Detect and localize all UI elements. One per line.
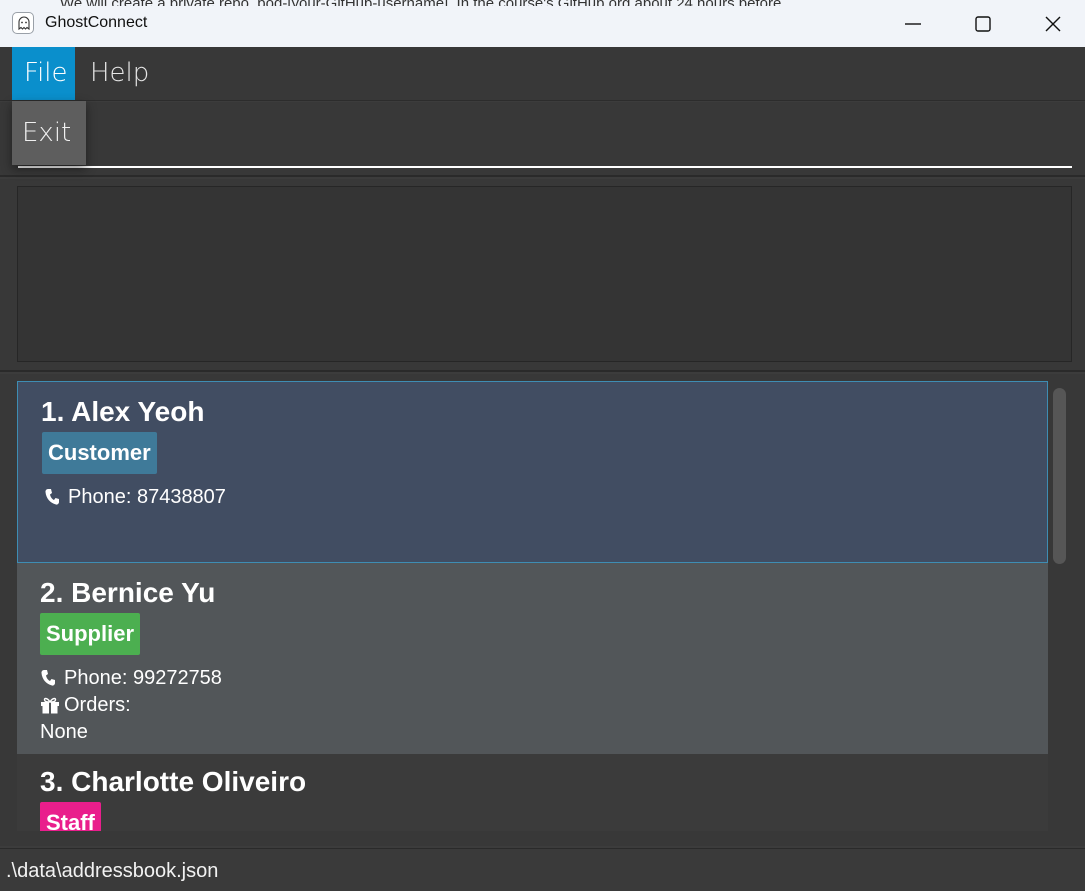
result-text — [18, 187, 1071, 207]
maximize-button[interactable] — [948, 0, 1018, 47]
tag-customer: Customer — [42, 432, 157, 474]
tag-supplier: Supplier — [40, 613, 141, 655]
person-name: 2. Bernice Yu — [40, 577, 216, 608]
person-card[interactable]: 1. Alex Yeoh Customer Phone: 87438807 — [17, 381, 1048, 563]
tag-staff: Staff — [40, 802, 101, 831]
title-bar: We will create a private repo, pod-[your… — [0, 0, 1085, 47]
person-name: 1. Alex Yeoh — [41, 396, 205, 427]
minimize-button[interactable] — [878, 0, 948, 47]
person-list[interactable]: 1. Alex Yeoh Customer Phone: 87438807 2.… — [17, 381, 1048, 831]
result-display[interactable] — [17, 186, 1072, 362]
menu-bar: File Help — [0, 47, 1085, 101]
orders-value: None — [40, 721, 88, 743]
phone-field: Phone: 99272758 — [40, 665, 222, 694]
menu-file[interactable]: File — [12, 47, 75, 100]
orders-label: Orders: — [64, 694, 131, 716]
person-card[interactable]: 2. Bernice Yu Supplier Phone: 99272758 O… — [17, 563, 1048, 754]
gift-icon — [40, 695, 60, 721]
phone-value: Phone: 87438807 — [68, 486, 226, 508]
file-menu-dropdown: Exit — [12, 101, 86, 165]
menu-item-exit[interactable]: Exit — [12, 101, 86, 165]
scrollbar-thumb[interactable] — [1053, 388, 1066, 564]
command-box-panel — [0, 102, 1085, 177]
orders-field: Orders: — [40, 692, 131, 721]
status-bar: .\data\addressbook.json — [0, 848, 1085, 891]
person-list-panel: 1. Alex Yeoh Customer Phone: 87438807 2.… — [0, 374, 1085, 846]
minimize-icon — [905, 23, 921, 25]
ghost-icon — [12, 12, 34, 34]
phone-icon — [44, 487, 64, 513]
menu-help[interactable]: Help — [78, 47, 161, 100]
window-title: GhostConnect — [45, 14, 148, 31]
person-list-scrollbar[interactable] — [1050, 381, 1072, 831]
save-location-path: .\data\addressbook.json — [6, 860, 219, 882]
close-button[interactable] — [1018, 0, 1085, 47]
person-name: 3. Charlotte Oliveiro — [40, 766, 307, 797]
person-card[interactable]: 3. Charlotte Oliveiro Staff — [17, 754, 1048, 831]
phone-value: Phone: 99272758 — [64, 667, 222, 689]
close-icon — [1045, 16, 1061, 32]
result-display-panel — [0, 179, 1085, 372]
command-input[interactable] — [18, 118, 1072, 168]
phone-field: Phone: 87438807 — [44, 484, 226, 513]
maximize-icon — [975, 16, 991, 32]
phone-icon — [40, 668, 60, 694]
